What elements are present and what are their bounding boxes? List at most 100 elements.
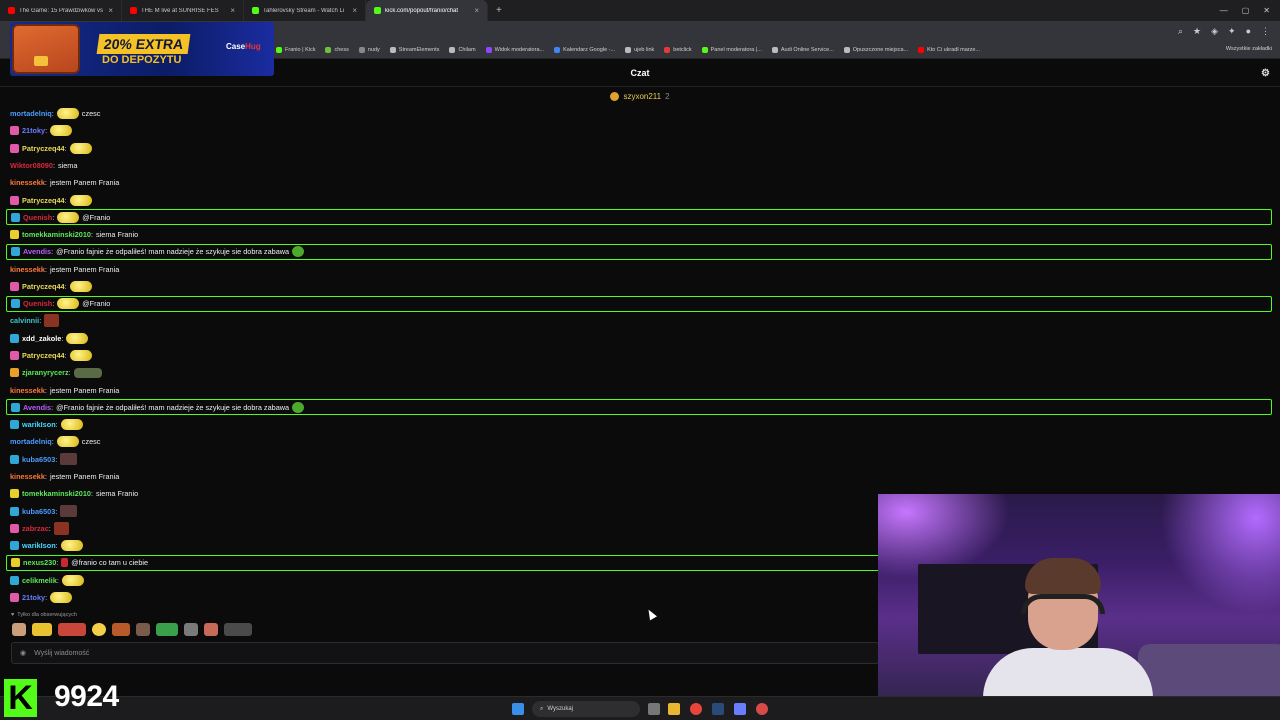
bookmark-item[interactable]: betclick [664, 46, 692, 53]
minimize-icon[interactable]: — [1220, 6, 1228, 15]
chat-username[interactable]: Patryczeq44 [22, 144, 65, 153]
chat-username[interactable]: Patryczeq44 [22, 196, 65, 205]
extension-icon[interactable]: ◈ [1211, 26, 1218, 37]
chat-username[interactable]: kuba6503 [22, 507, 55, 516]
chat-message[interactable]: Quenish: @Franio [6, 209, 1272, 226]
zoom-icon[interactable]: ⌕ [1178, 26, 1183, 37]
app-icon[interactable] [756, 703, 768, 715]
puzzle-icon[interactable]: ✦ [1228, 26, 1236, 37]
emote-button[interactable] [224, 622, 252, 636]
taskbar-search[interactable]: ⌕ Wyszukaj [532, 701, 640, 717]
tab-2[interactable]: Tahlerovsky Stream - Watch Li × [244, 0, 366, 21]
steam-icon[interactable] [712, 703, 724, 715]
chat-message[interactable]: calvinnii: [6, 312, 1272, 329]
chat-username[interactable]: zjaranyrycerz [22, 368, 69, 377]
chat-username[interactable]: celikmelik [22, 576, 57, 585]
chat-username[interactable]: calvinnii [10, 316, 39, 325]
chat-message[interactable]: Patryczeq44: [6, 191, 1272, 208]
emote-button[interactable] [204, 622, 218, 636]
chat-message[interactable]: tomekkaminski2010: siema Franio [6, 226, 1272, 243]
chat-username[interactable]: 21toky [22, 126, 45, 135]
emote-button[interactable] [112, 622, 130, 636]
chat-message[interactable]: mortadelniq: czesc [6, 433, 1272, 450]
bookmark-item[interactable]: Opuszczone miejsca... [843, 46, 908, 53]
chat-username[interactable]: xdd_zakole [22, 334, 61, 343]
chat-username[interactable]: tomekkaminski2010 [22, 489, 91, 498]
close-icon[interactable]: × [474, 6, 479, 15]
chat-username[interactable]: kuba6503 [22, 455, 55, 464]
bookmark-item[interactable]: Kalendarz Google -... [554, 46, 615, 53]
pinned-gifter[interactable]: szyxon211 2 [0, 89, 1280, 103]
bookmark-item[interactable]: Widok moderatora... [485, 46, 544, 53]
chat-message[interactable]: mortadelniq: czesc [6, 105, 1272, 122]
emote-button[interactable] [32, 622, 52, 636]
tab-3[interactable]: kick.com/popout/franio/chat × [366, 0, 488, 21]
chat-message[interactable]: Quenish: @Franio [6, 295, 1272, 312]
chat-message[interactable]: Avendis: @Franio fajnie że odpaliłeś! mam… [6, 399, 1272, 416]
discord-icon[interactable] [734, 703, 746, 715]
chat-username[interactable]: 21toky [22, 593, 45, 602]
chat-username[interactable]: Patryczeq44 [22, 351, 65, 360]
chat-username[interactable]: warikIson [22, 420, 56, 429]
emote-button[interactable] [136, 622, 150, 636]
tab-1[interactable]: THE M live at SUNRISE FES × [122, 0, 244, 21]
chat-message[interactable]: kinessekk: jestem Panem Frania [6, 468, 1272, 485]
chat-settings-icon[interactable]: ⚙ [1261, 68, 1270, 79]
chat-message[interactable]: xdd_zakole: [6, 330, 1272, 347]
chat-username[interactable]: Avendis [23, 247, 51, 256]
tab-0[interactable]: The Game: 15 Prawdziwków vs × [0, 0, 122, 21]
chat-message[interactable]: zjaranyrycerz: [6, 364, 1272, 381]
emote-button[interactable] [58, 622, 86, 636]
bookmark-item[interactable]: Kto Ci ukradł marze... [918, 46, 980, 53]
chat-username[interactable]: mortadelniq [10, 109, 52, 118]
emote-button[interactable] [184, 622, 198, 636]
windows-start-icon[interactable] [512, 703, 524, 715]
bookmark-item[interactable]: Chilam [449, 46, 476, 53]
chat-username[interactable]: kinessekk [10, 265, 45, 274]
emote-button[interactable] [12, 622, 26, 636]
file-explorer-icon[interactable] [668, 703, 680, 715]
emote-button[interactable] [92, 622, 106, 636]
close-icon[interactable]: × [352, 6, 357, 15]
chat-message[interactable]: kinessekk: jestem Panem Frania [6, 381, 1272, 398]
chat-message[interactable]: kinessekk: jestem Panem Frania [6, 260, 1272, 277]
chat-username[interactable]: warikIson [22, 541, 56, 550]
chat-message[interactable]: Patryczeq44: [6, 347, 1272, 364]
bookmark-item[interactable]: Franio | Kick [276, 46, 315, 53]
bookmark-item[interactable]: chess [325, 46, 349, 53]
chat-username[interactable]: kinessekk [10, 472, 45, 481]
all-bookmarks[interactable]: Wszystkie zakładki [1226, 46, 1272, 52]
menu-icon[interactable]: ⋮ [1261, 26, 1270, 37]
new-tab-button[interactable]: + [488, 5, 510, 16]
profile-icon[interactable]: ● [1246, 26, 1251, 36]
chat-username[interactable]: zabrzac [22, 524, 49, 533]
chat-input[interactable]: ◉ Wyślij wiadomość [11, 642, 879, 664]
chat-message[interactable]: Patryczeq44: [6, 140, 1272, 157]
task-view-icon[interactable] [648, 703, 660, 715]
bookmark-item[interactable]: StreamElements [389, 46, 439, 53]
chat-username[interactable]: Quenish [23, 213, 52, 222]
chat-username[interactable]: kinessekk [10, 386, 45, 395]
chat-username[interactable]: tomekkaminski2010 [22, 230, 91, 239]
chat-username[interactable]: kinessekk [10, 178, 45, 187]
bookmark-item[interactable]: Audi Online Service... [771, 46, 834, 53]
chat-username[interactable]: Patryczeq44 [22, 282, 65, 291]
chat-username[interactable]: nexus230 [23, 558, 56, 567]
chat-message[interactable]: kinessekk: jestem Panem Frania [6, 174, 1272, 191]
close-window-icon[interactable]: ✕ [1263, 6, 1270, 15]
chat-message[interactable]: Avendis: @Franio fajnie że odpaliłeś! mam… [6, 243, 1272, 260]
bookmark-star-icon[interactable]: ★ [1193, 26, 1201, 37]
chat-username[interactable]: Wiktor08090 [10, 161, 53, 170]
close-icon[interactable]: × [230, 6, 235, 15]
chat-message[interactable]: 21toky: [6, 122, 1272, 139]
close-icon[interactable]: × [108, 6, 113, 15]
chat-message[interactable]: Wiktor08090: siema [6, 157, 1272, 174]
chat-message[interactable]: Patryczeq44: [6, 278, 1272, 295]
chat-username[interactable]: Avendis [23, 403, 51, 412]
bookmark-item[interactable]: nudy [358, 46, 380, 53]
emote-button[interactable] [156, 622, 178, 636]
bookmark-item[interactable]: ujeb link [625, 46, 654, 53]
chrome-icon[interactable] [690, 703, 702, 715]
chat-message[interactable]: kuba6503: [6, 451, 1272, 468]
chat-message[interactable]: warikIson: [6, 416, 1272, 433]
